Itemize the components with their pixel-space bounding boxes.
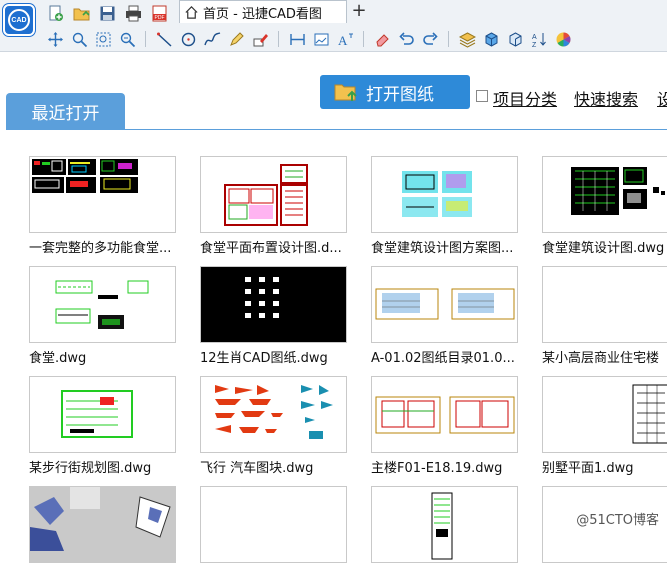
spline-icon[interactable] — [201, 29, 223, 49]
svg-text:PDF: PDF — [154, 15, 164, 21]
file-card[interactable]: 别墅平面1.dwg — [542, 376, 667, 476]
project-category-label[interactable]: 项目分类 — [493, 86, 557, 110]
layers-icon[interactable] — [456, 29, 478, 49]
file-thumbnail — [542, 266, 667, 343]
svg-text:A: A — [338, 33, 348, 48]
recent-divider — [6, 129, 667, 130]
file-name: 一套完整的多功能食堂... — [29, 241, 172, 256]
file-thumbnail — [371, 376, 518, 453]
app-logo[interactable]: CAD — [3, 4, 35, 36]
file-thumbnail — [542, 376, 667, 453]
save-icon[interactable] — [96, 3, 118, 23]
file-name: 主楼F01-E18.19.dwg — [371, 461, 503, 476]
file-name: 飞行 汽车图块.dwg — [200, 461, 314, 476]
add-tab-button[interactable]: + — [350, 2, 368, 20]
file-thumbnail — [200, 486, 347, 563]
file-name: A-01.02图纸目录01.0... — [371, 351, 515, 366]
file-name: 12生肖CAD图纸.dwg — [200, 351, 328, 366]
pencil-icon[interactable] — [225, 29, 247, 49]
settings-link[interactable]: 设 — [657, 86, 667, 110]
home-icon — [185, 5, 198, 19]
file-card[interactable] — [29, 486, 176, 567]
file-thumbnail — [371, 156, 518, 233]
file-name: 食堂建筑设计图方案图... — [371, 241, 514, 256]
print-icon[interactable] — [122, 3, 144, 23]
svg-text:Z: Z — [532, 42, 537, 48]
file-thumbnail — [29, 156, 176, 233]
file-card[interactable] — [371, 486, 518, 567]
color-wheel-icon[interactable] — [552, 29, 574, 49]
file-card[interactable]: 飞行 汽车图块.dwg — [200, 376, 347, 476]
file-card[interactable]: 食堂建筑设计图.dwg — [542, 156, 667, 256]
recent-tab-label: 最近打开 — [31, 104, 100, 124]
zoom-extents-icon[interactable] — [92, 29, 114, 49]
file-thumbnail — [200, 266, 347, 343]
file-card[interactable]: 主楼F01-E18.19.dwg — [371, 376, 518, 476]
file-thumbnail — [371, 486, 518, 563]
svg-text:A: A — [532, 34, 537, 41]
pdf-icon[interactable]: PDF — [148, 3, 170, 23]
pan-icon[interactable] — [44, 29, 66, 49]
quick-access-toolbar: PDF — [44, 2, 170, 24]
file-card[interactable]: A-01.02图纸目录01.0... — [371, 266, 518, 366]
file-thumbnail — [200, 156, 347, 233]
quick-search-link[interactable]: 快速搜索 — [574, 86, 638, 110]
file-thumbnail — [371, 266, 518, 343]
3d-view-icon[interactable] — [504, 29, 526, 49]
eraser-icon[interactable] — [371, 29, 393, 49]
file-card[interactable]: 某小高层商业住宅楼 — [542, 266, 667, 366]
open-drawing-label: 打开图纸 — [366, 84, 434, 105]
file-card[interactable]: 食堂.dwg — [29, 266, 176, 366]
file-card[interactable]: 12生肖CAD图纸.dwg — [200, 266, 347, 366]
file-name: 某小高层商业住宅楼 — [542, 351, 660, 366]
open-drawing-button[interactable]: 打开图纸 — [320, 75, 470, 109]
file-name: 别墅平面1.dwg — [542, 461, 634, 476]
circle-icon[interactable] — [177, 29, 199, 49]
file-thumbnail — [542, 156, 667, 233]
file-name: 食堂建筑设计图.dwg — [542, 241, 665, 256]
undo-icon[interactable] — [395, 29, 417, 49]
file-name: 某步行街规划图.dwg — [29, 461, 152, 476]
toolbar-separator — [145, 31, 146, 47]
redo-icon[interactable] — [419, 29, 441, 49]
file-card[interactable] — [200, 486, 347, 567]
open-folder-icon[interactable] — [70, 3, 92, 23]
text-icon[interactable]: A — [334, 29, 356, 49]
line-icon[interactable] — [153, 29, 175, 49]
recent-tab[interactable]: 最近打开 — [6, 93, 125, 130]
file-name: 食堂.dwg — [29, 351, 87, 366]
toolbar-separator — [448, 31, 449, 47]
file-card[interactable]: 食堂平面布置设计图.d... — [200, 156, 347, 256]
measure-icon[interactable] — [286, 29, 308, 49]
mark-icon[interactable] — [249, 29, 271, 49]
zoom-realtime-icon[interactable] — [116, 29, 138, 49]
tab-home-label: 首页 - 迅捷CAD看图 — [203, 6, 322, 22]
toolbar-area: CAD PDF 首页 - 迅捷CAD看图 + A A Z — [0, 0, 667, 52]
open-folder-icon — [334, 84, 357, 101]
file-thumbnail — [29, 266, 176, 343]
new-file-icon[interactable] — [44, 3, 66, 23]
tab-home[interactable]: 首页 - 迅捷CAD看图 — [179, 0, 347, 23]
toolbar-separator — [363, 31, 364, 47]
app-logo-text: CAD — [8, 9, 30, 31]
zoom-window-icon[interactable] — [68, 29, 90, 49]
file-card[interactable]: 某步行街规划图.dwg — [29, 376, 176, 476]
file-name: 食堂平面布置设计图.d... — [200, 241, 342, 256]
file-thumbnail — [29, 486, 176, 563]
image-icon[interactable] — [310, 29, 332, 49]
drawing-toolbar: A AZ — [44, 28, 574, 50]
file-thumbnail — [29, 376, 176, 453]
file-card[interactable]: 食堂建筑设计图方案图... — [371, 156, 518, 256]
sort-icon[interactable]: AZ — [528, 29, 550, 49]
file-thumbnail — [200, 376, 347, 453]
watermark: @51CTO博客 — [576, 513, 659, 528]
file-card[interactable]: 一套完整的多功能食堂... — [29, 156, 176, 256]
cube-icon[interactable] — [480, 29, 502, 49]
toolbar-separator — [278, 31, 279, 47]
project-category-checkbox[interactable] — [476, 90, 488, 102]
